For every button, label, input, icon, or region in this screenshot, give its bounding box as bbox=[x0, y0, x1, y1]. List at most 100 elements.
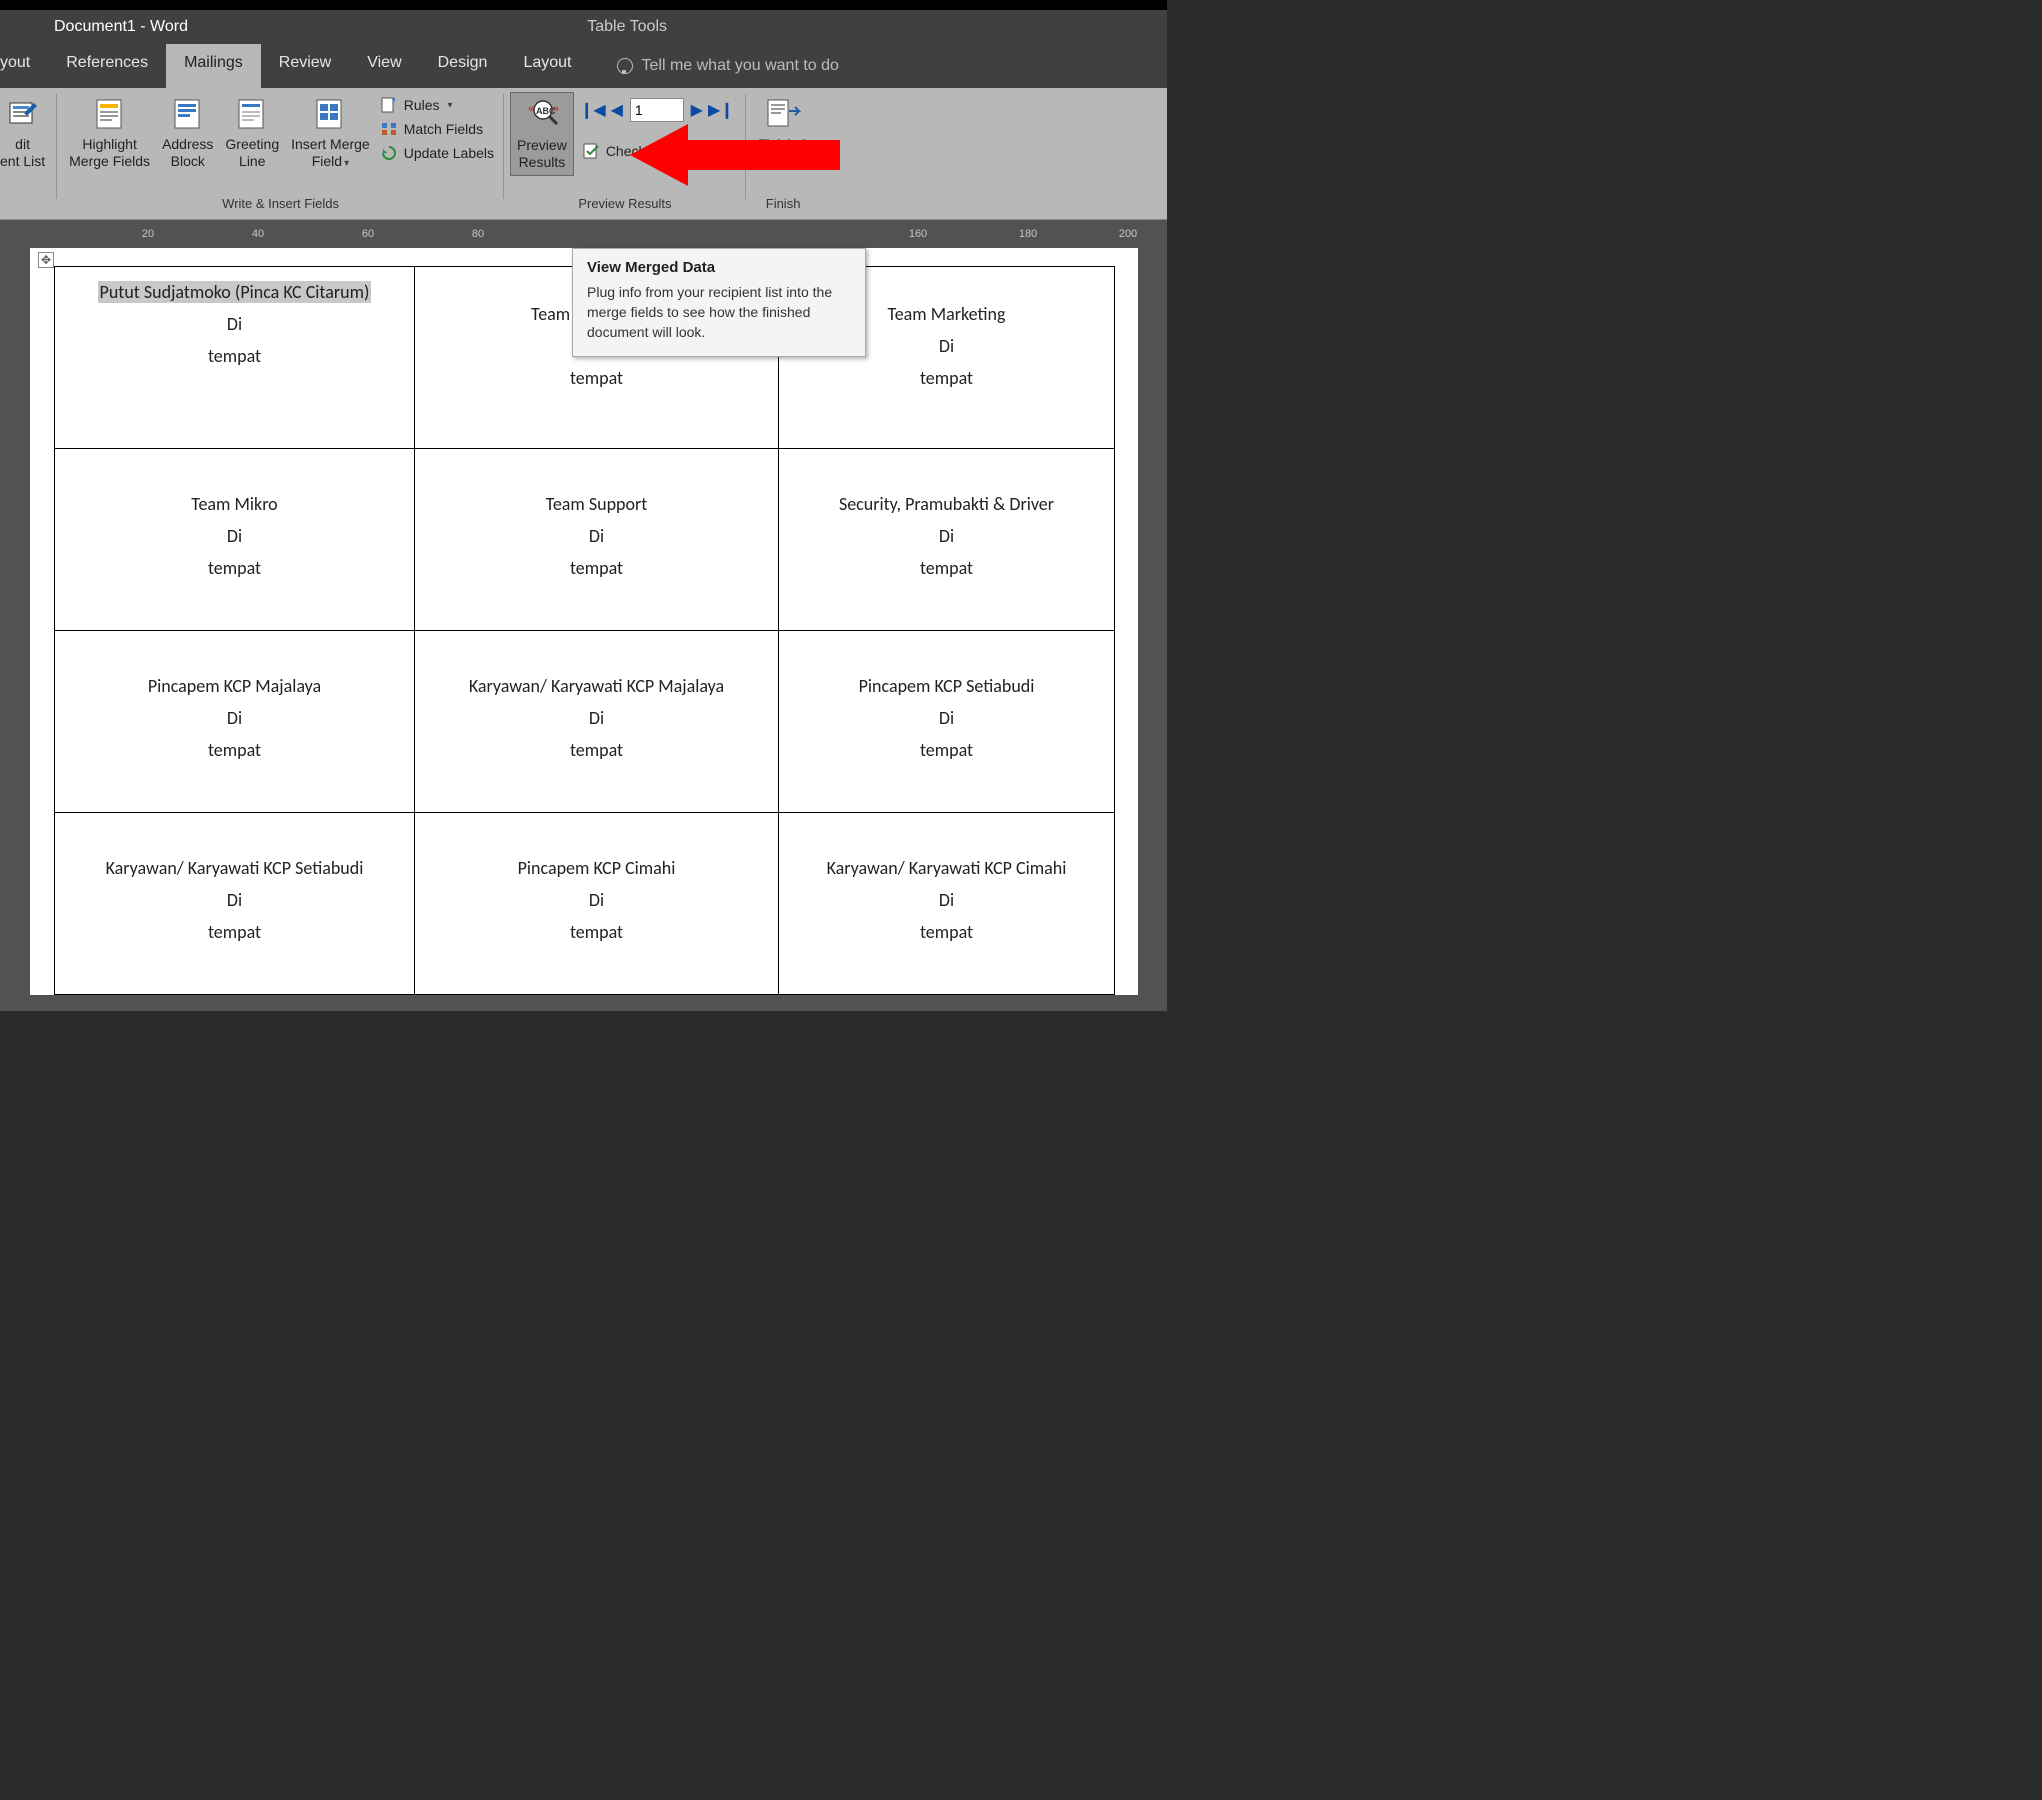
document-area: View Merged Data Plug info from your rec… bbox=[0, 248, 1167, 1011]
title-bar: Document1 - Word Table Tools bbox=[0, 10, 1167, 44]
label-line2: Di bbox=[787, 889, 1106, 911]
last-record-button[interactable]: ▶❙ bbox=[710, 99, 732, 121]
tab-mailings[interactable]: Mailings bbox=[166, 44, 261, 88]
label-name: Karyawan/ Karyawati KCP Cimahi bbox=[787, 857, 1106, 879]
context-tab-title: Table Tools bbox=[587, 18, 1167, 36]
update-labels-icon bbox=[380, 144, 398, 162]
edit-list-icon bbox=[5, 96, 41, 132]
label-line3: tempat bbox=[423, 367, 770, 389]
label-cell[interactable]: Security, Pramubakti & DriverDitempat bbox=[779, 449, 1115, 631]
prev-record-button[interactable]: ◀ bbox=[606, 99, 628, 121]
label-name: Pincapem KCP Cimahi bbox=[423, 857, 770, 879]
label-line3: tempat bbox=[787, 557, 1106, 579]
document-page[interactable]: ✥ Putut Sudjatmoko (Pinca KC Citarum)Dit… bbox=[30, 248, 1138, 995]
tooltip-view-merged-data: View Merged Data Plug info from your rec… bbox=[572, 248, 866, 357]
label-line2: Di bbox=[423, 889, 770, 911]
merge-field-highlight: Putut Sudjatmoko (Pinca KC Citarum) bbox=[98, 281, 372, 303]
group-write-insert: Highlight Merge Fields Address Block Gre… bbox=[57, 88, 504, 219]
caret-icon: ▾ bbox=[344, 158, 349, 169]
label-line3: tempat bbox=[787, 921, 1106, 943]
label-line3: tempat bbox=[63, 557, 406, 579]
bulb-icon bbox=[617, 58, 633, 74]
rules-button[interactable]: Rules▾ bbox=[380, 96, 494, 114]
ribbon: dit ent List Highlight Merge Fields Addr… bbox=[0, 88, 1167, 220]
finish-merge-button[interactable]: Finish & Merge▾ bbox=[752, 92, 815, 176]
record-nav: ❙◀ ◀ ▶ ▶❙ bbox=[582, 98, 732, 122]
table-move-handle[interactable]: ✥ bbox=[38, 252, 54, 268]
label-line2: Di bbox=[63, 707, 406, 729]
taskbar bbox=[0, 0, 1167, 10]
group-label-preview: Preview Results bbox=[578, 196, 671, 211]
edit-recipient-list-button[interactable]: dit ent List bbox=[0, 92, 51, 174]
label-line3: tempat bbox=[423, 739, 770, 761]
tab-table-layout[interactable]: Layout bbox=[505, 44, 589, 88]
caret-icon: ▾ bbox=[801, 158, 806, 169]
label-name: Team Support bbox=[423, 493, 770, 515]
match-fields-button[interactable]: Match Fields bbox=[380, 120, 494, 138]
label-cell[interactable]: Karyawan/ Karyawati KCP Majalaya Di tempat bbox=[415, 631, 779, 813]
match-fields-icon bbox=[380, 120, 398, 138]
label-name: Pincapem KCP Majalaya bbox=[63, 675, 406, 697]
tab-references[interactable]: References bbox=[48, 44, 166, 88]
ribbon-tabs: yout References Mailings Review View Des… bbox=[0, 44, 1167, 88]
label-cell[interactable]: Putut Sudjatmoko (Pinca KC Citarum)Ditem… bbox=[55, 267, 415, 449]
tell-me-box[interactable]: Tell me what you want to do bbox=[589, 44, 838, 88]
label-line2: Di bbox=[423, 707, 770, 729]
address-icon bbox=[170, 96, 206, 132]
label-name: Karyawan/ Karyawati KCP Majalaya bbox=[423, 675, 770, 697]
label-line2: Di bbox=[423, 525, 770, 547]
label-line3: tempat bbox=[63, 739, 406, 761]
label-line2: Di bbox=[63, 313, 406, 335]
label-name: Team Mikro bbox=[63, 493, 406, 515]
insert-merge-field-icon bbox=[312, 96, 348, 132]
tab-layout-partial[interactable]: yout bbox=[0, 44, 48, 88]
label-line3: tempat bbox=[423, 921, 770, 943]
svg-text:ABC: ABC bbox=[536, 106, 556, 116]
group-label-write: Write & Insert Fields bbox=[222, 196, 339, 211]
greeting-icon bbox=[234, 96, 270, 132]
tab-review[interactable]: Review bbox=[261, 44, 349, 88]
labels-table[interactable]: Putut Sudjatmoko (Pinca KC Citarum)Ditem… bbox=[54, 266, 1115, 995]
greeting-line-button[interactable]: Greeting Line bbox=[219, 92, 285, 174]
tab-view[interactable]: View bbox=[349, 44, 419, 88]
label-line3: tempat bbox=[787, 367, 1106, 389]
label-name: Pincapem KCP Setiabudi bbox=[787, 675, 1106, 697]
tell-me-text: Tell me what you want to do bbox=[641, 57, 838, 75]
tooltip-title: View Merged Data bbox=[587, 259, 851, 276]
label-line2: Di bbox=[63, 889, 406, 911]
record-number-input[interactable] bbox=[630, 98, 684, 122]
label-line3: tempat bbox=[423, 557, 770, 579]
label-line3: tempat bbox=[63, 921, 406, 943]
group-preview-results: «»ABC Preview Results ❙◀ ◀ ▶ ▶❙ Check fo… bbox=[504, 88, 746, 219]
highlight-merge-fields-button[interactable]: Highlight Merge Fields bbox=[63, 92, 156, 174]
label-line3: tempat bbox=[787, 739, 1106, 761]
horizontal-ruler[interactable]: 20 40 60 80 160 180 200 bbox=[0, 220, 1167, 248]
label-cell[interactable]: Pincapem KCP Setiabudi Di tempat bbox=[779, 631, 1115, 813]
insert-merge-field-button[interactable]: Insert Merge Field▾ bbox=[285, 92, 376, 176]
check-errors-button[interactable]: Check for Errors bbox=[582, 142, 732, 160]
finish-merge-icon bbox=[765, 96, 801, 132]
group-finish: Finish & Merge▾ Finish bbox=[746, 88, 821, 219]
label-name: Karyawan/ Karyawati KCP Setiabudi bbox=[63, 857, 406, 879]
first-record-button[interactable]: ❙◀ bbox=[582, 99, 604, 121]
group-label-finish: Finish bbox=[766, 196, 801, 211]
tab-design[interactable]: Design bbox=[420, 44, 506, 88]
label-cell[interactable]: Karyawan/ Karyawati KCP Cimahi Di tempat bbox=[779, 813, 1115, 995]
preview-results-icon: «»ABC bbox=[524, 97, 560, 133]
svg-text:«: « bbox=[528, 103, 534, 115]
label-cell[interactable]: Pincapem KCP Cimahi Di tempat bbox=[415, 813, 779, 995]
label-cell[interactable]: Team Mikro Di tempat bbox=[55, 449, 415, 631]
group-start-mailmerge: dit ent List bbox=[0, 88, 57, 219]
label-cell[interactable]: Karyawan/ Karyawati KCP Setiabudi Di tempa… bbox=[55, 813, 415, 995]
label-cell[interactable]: Pincapem KCP Majalaya Di tempat bbox=[55, 631, 415, 813]
update-labels-button[interactable]: Update Labels bbox=[380, 144, 494, 162]
next-record-button[interactable]: ▶ bbox=[686, 99, 708, 121]
preview-results-button[interactable]: «»ABC Preview Results bbox=[510, 92, 574, 176]
label-line2: Di bbox=[787, 707, 1106, 729]
rules-icon bbox=[380, 96, 398, 114]
label-line2: Di bbox=[63, 525, 406, 547]
label-cell[interactable]: Team Support Di tempat bbox=[415, 449, 779, 631]
address-block-button[interactable]: Address Block bbox=[156, 92, 219, 174]
label-name: Security, Pramubakti & Driver bbox=[787, 493, 1106, 515]
document-title: Document1 - Word bbox=[54, 18, 188, 36]
